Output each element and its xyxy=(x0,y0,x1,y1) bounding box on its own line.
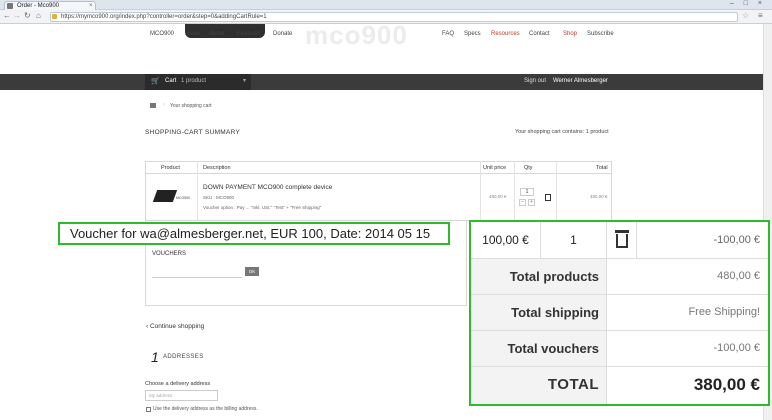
quantity-input[interactable]: 1 xyxy=(520,188,534,196)
sign-out-link[interactable]: Sign out xyxy=(524,78,546,84)
breadcrumb-current: Your shopping cart xyxy=(170,103,212,109)
unit-price: 480,00 € xyxy=(489,194,507,199)
product-attributes: Voucher option : Pay ... "Inkl. USt." "T… xyxy=(203,205,322,210)
trash-lid xyxy=(615,230,629,233)
total-shipping-value: Free Shipping! xyxy=(607,295,768,331)
voucher-unit-price: 100,00 € xyxy=(471,222,541,259)
browser-tab[interactable]: Order - Mco900 × xyxy=(4,1,96,10)
nav-item-features[interactable]: Features xyxy=(237,31,261,37)
breadcrumb-home-icon[interactable] xyxy=(150,103,156,108)
voucher-ok-button[interactable]: OK xyxy=(245,267,259,276)
continue-shopping-link[interactable]: ‹ Continue shopping xyxy=(146,323,204,330)
trash-body xyxy=(616,234,628,248)
row-total: 480,00 € xyxy=(590,194,608,199)
delivery-address-label: Choose a delivery address xyxy=(145,381,211,387)
nav-item-specs[interactable]: Specs xyxy=(464,31,481,37)
header-unit-price: Unit price xyxy=(483,165,507,171)
total-products-value: 480,00 € xyxy=(607,259,768,295)
nav-item-about[interactable]: About xyxy=(209,31,225,37)
product-image-caption: MCO900 xyxy=(176,196,191,200)
nav-item-subscribe[interactable]: Subscribe xyxy=(587,31,614,37)
total-vouchers-label: Total vouchers xyxy=(471,331,607,367)
lock-icon xyxy=(52,14,57,19)
voucher-row: 100,00 € 1 -100,00 € xyxy=(471,222,768,259)
home-icon[interactable]: ⌂ xyxy=(36,11,41,20)
voucher-code-input[interactable] xyxy=(152,266,242,278)
total-shipping-label: Total shipping xyxy=(471,295,607,331)
total-products-label: Total products xyxy=(471,259,607,295)
back-icon[interactable]: ← xyxy=(3,11,11,20)
tab-title: Order - Mco900 xyxy=(17,3,60,9)
header-qty: Qty xyxy=(524,165,533,171)
forward-icon[interactable]: → xyxy=(13,11,21,20)
close-icon[interactable]: × xyxy=(89,2,93,10)
column-divider xyxy=(514,161,515,221)
nav-item-news[interactable]: News xyxy=(185,31,200,37)
step-label: ADDRESSES xyxy=(163,354,204,360)
nav-item-resources[interactable]: Resources xyxy=(491,31,520,37)
total-vouchers-value: -100,00 € xyxy=(607,331,768,367)
totals-zoom-panel: 100,00 € 1 -100,00 € Total products 480,… xyxy=(469,220,770,406)
cart-label: Cart xyxy=(165,78,177,84)
delivery-address-select[interactable]: My address xyxy=(145,390,218,401)
product-reference: SKU : MCO900 xyxy=(203,195,235,200)
cart-product-count: Your shopping cart contains: 1 product xyxy=(515,129,609,135)
cart-count: 1 product xyxy=(181,78,207,84)
nav-item-contact[interactable]: Contact xyxy=(529,31,550,37)
reload-icon[interactable]: ↻ xyxy=(24,11,31,20)
voucher-qty: 1 xyxy=(541,222,607,259)
cart-icon: 🛒 xyxy=(151,78,160,85)
breadcrumb-separator: › xyxy=(163,102,165,108)
menu-icon[interactable]: ≡ xyxy=(758,11,763,20)
browser-tab-bar xyxy=(0,0,772,10)
table-header-divider xyxy=(146,173,611,174)
delete-voucher-icon[interactable] xyxy=(607,222,637,259)
quantity-increase-button[interactable]: + xyxy=(528,199,535,206)
header-total: Total xyxy=(596,165,608,171)
chevron-down-icon[interactable]: ▾ xyxy=(243,77,246,84)
header-description: Description xyxy=(203,165,231,171)
nav-item-mco900[interactable]: MCO900 xyxy=(150,31,174,37)
same-address-checkbox-label: Use the delivery address as the billing … xyxy=(153,406,258,412)
nav-item-shop[interactable]: Shop xyxy=(563,31,577,37)
account-link[interactable]: Werner Almesberger xyxy=(553,78,608,84)
voucher-callout: Voucher for wa@almesberger.net, EUR 100,… xyxy=(58,222,450,245)
product-name-link[interactable]: DOWN PAYMENT MCO900 complete device xyxy=(203,184,332,191)
delete-item-icon[interactable] xyxy=(545,194,551,201)
voucher-title: VOUCHERS xyxy=(152,251,187,257)
page-title: SHOPPING-CART SUMMARY xyxy=(145,129,241,136)
step-number: 1 xyxy=(151,349,159,365)
header-product: Product xyxy=(161,165,180,171)
quantity-decrease-button[interactable]: − xyxy=(519,199,526,206)
continue-shopping-label: Continue shopping xyxy=(149,323,205,330)
favicon-icon xyxy=(7,3,13,9)
voucher-row-total: -100,00 € xyxy=(713,234,760,246)
nav-item-donate[interactable]: Donate xyxy=(273,31,292,37)
nav-item-faq[interactable]: FAQ xyxy=(442,31,454,37)
same-address-checkbox[interactable] xyxy=(146,407,151,412)
column-divider xyxy=(556,161,557,221)
brand-watermark: mco900 xyxy=(305,20,408,50)
column-divider xyxy=(480,161,481,221)
bookmark-star-icon[interactable]: ☆ xyxy=(742,11,749,20)
window-controls[interactable]: – □ × xyxy=(730,0,766,7)
column-divider xyxy=(197,161,198,221)
grand-total-label: TOTAL xyxy=(471,367,607,404)
user-bar xyxy=(0,74,772,90)
grand-total-value: 380,00 € xyxy=(693,375,760,394)
